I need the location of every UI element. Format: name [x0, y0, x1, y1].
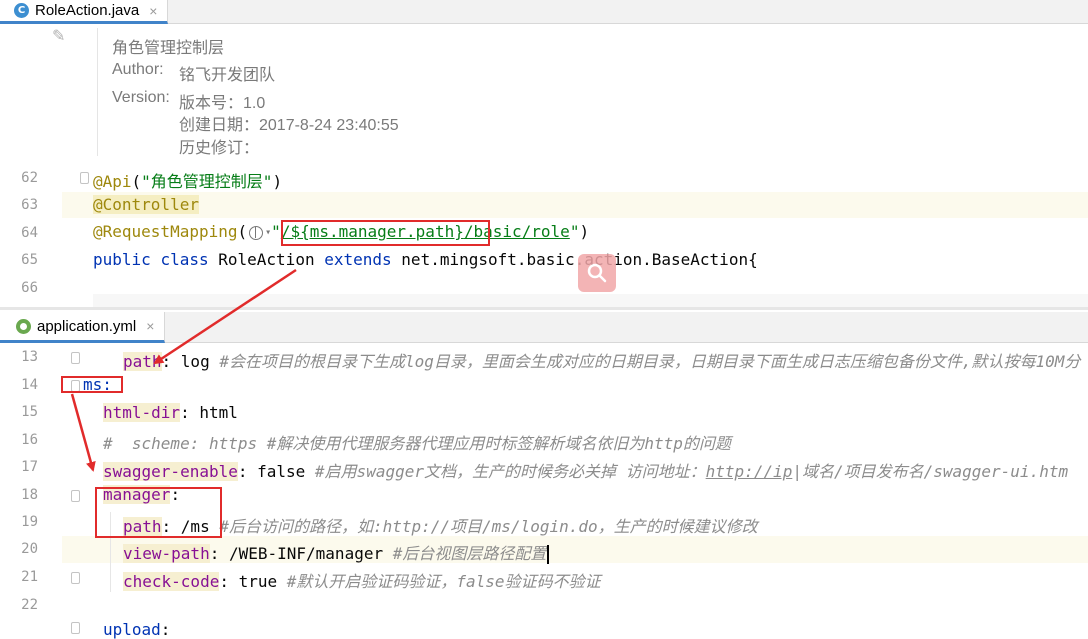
annotation-arrows: [70, 268, 297, 472]
arrow-to-path: [153, 268, 297, 365]
arrow-to-manager: [70, 393, 96, 472]
